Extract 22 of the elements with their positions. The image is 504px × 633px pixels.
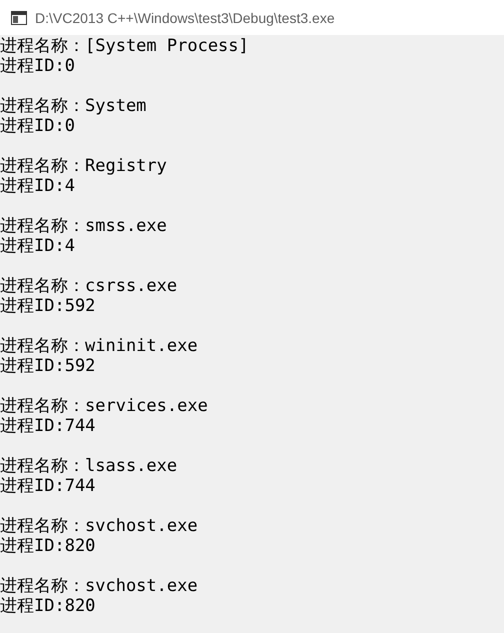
console-line: 进程ID:592 xyxy=(0,356,96,376)
console-line: 进程名称：[System Process] xyxy=(0,36,249,56)
console-line: 进程名称：services.exe xyxy=(0,396,208,416)
console-line: 进程名称：svchost.exe xyxy=(0,576,198,596)
console-line: 进程ID:4 xyxy=(0,236,75,256)
console-icon xyxy=(11,10,27,24)
console-line: 进程名称：lsass.exe xyxy=(0,456,178,476)
console-line: 进程名称：System xyxy=(0,96,146,116)
console-line: 进程名称：csrss.exe xyxy=(0,276,178,296)
console-line: 进程ID:592 xyxy=(0,296,96,316)
console-line: 进程名称：wininit.exe xyxy=(0,336,198,356)
console-line: 进程ID:820 xyxy=(0,536,96,556)
window-title: D:\VC2013 C++\Windows\test3\Debug\test3.exe xyxy=(35,10,335,26)
console-line: 进程名称：svchost.exe xyxy=(0,516,198,536)
console-line: 进程ID:0 xyxy=(0,116,75,136)
console-line: 进程名称：smss.exe xyxy=(0,216,167,236)
console-line: 进程ID:820 xyxy=(0,596,96,616)
console-line: 进程ID:0 xyxy=(0,56,75,76)
console-line: 进程ID:744 xyxy=(0,416,96,436)
console-line: 进程名称：Registry xyxy=(0,156,167,176)
console-line: 进程ID:4 xyxy=(0,176,75,196)
console-line: 进程ID:744 xyxy=(0,476,96,496)
